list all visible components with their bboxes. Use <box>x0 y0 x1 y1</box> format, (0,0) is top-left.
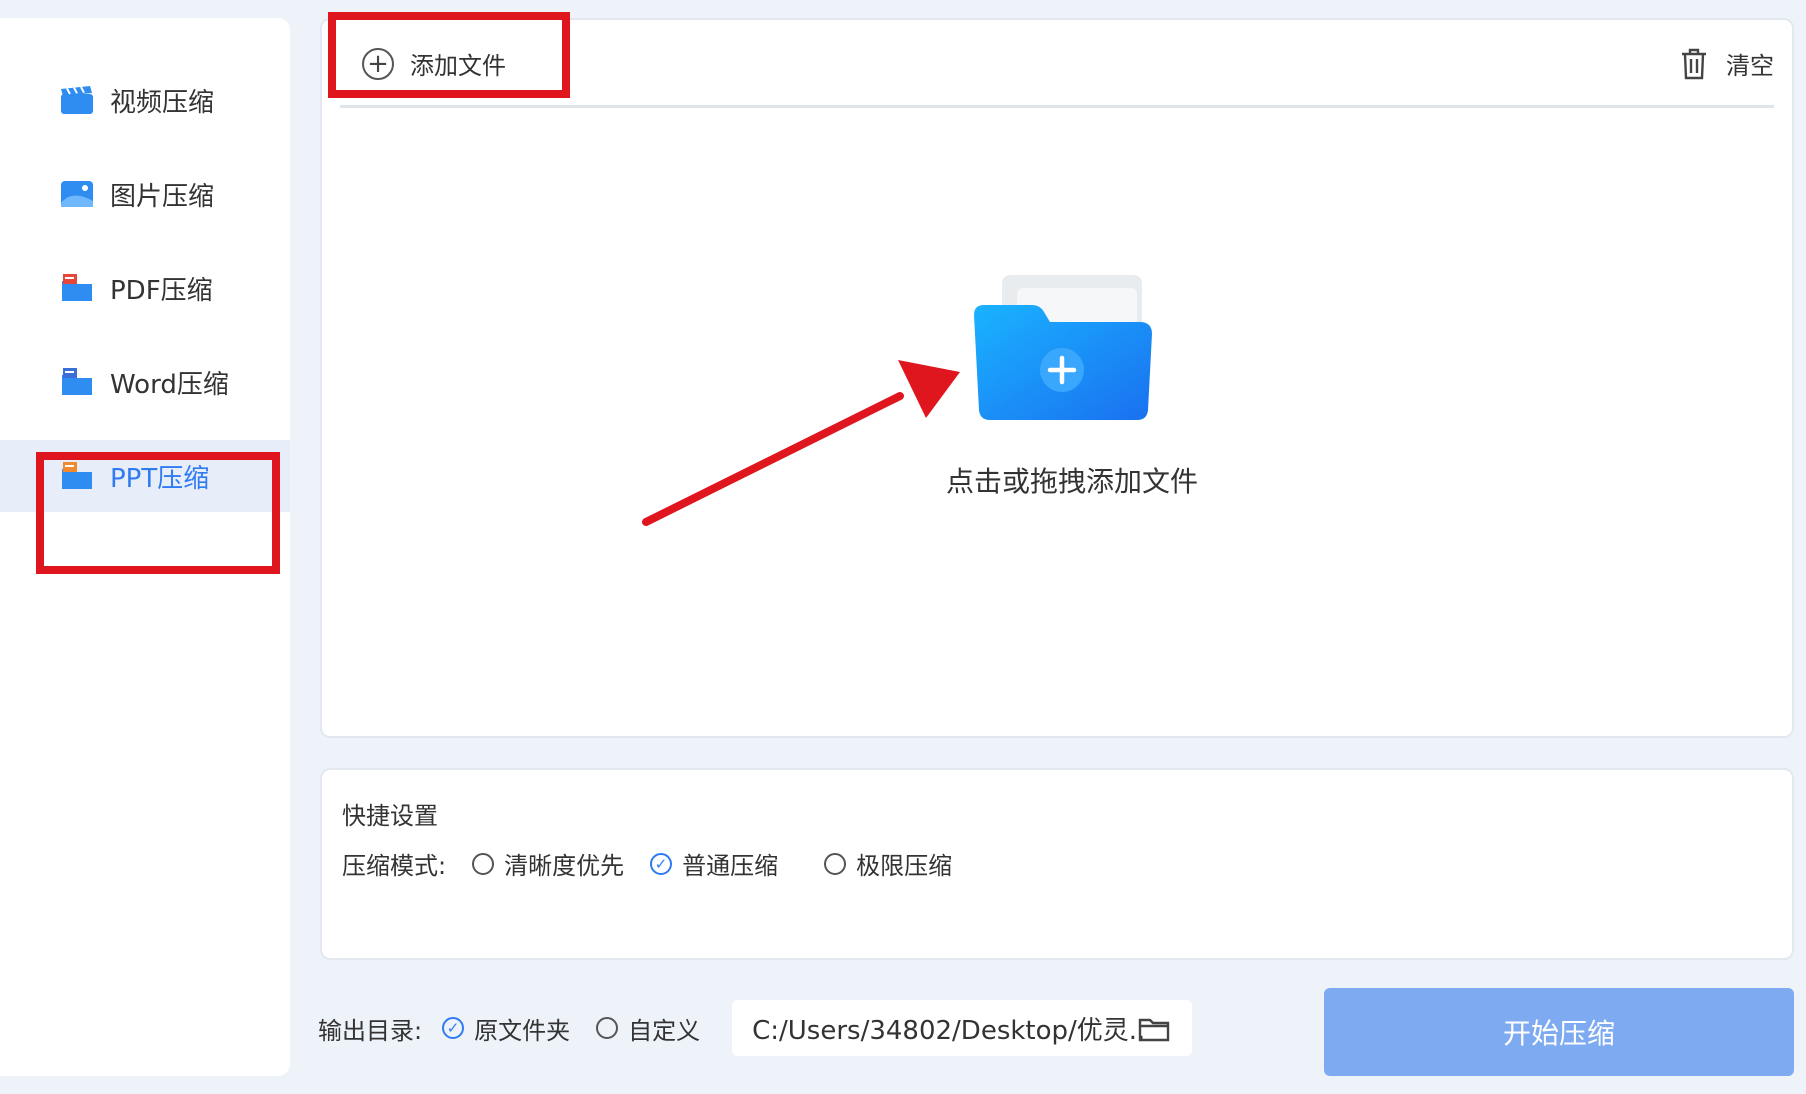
sidebar-item-label: 图片压缩 <box>110 181 215 212</box>
word-folder-icon <box>60 367 94 397</box>
clear-label: 清空 <box>1726 52 1774 80</box>
radio-icon <box>472 852 495 875</box>
output-path-text: C:/Users/34802/Desktop/优灵.. <box>752 1015 1146 1046</box>
mode-label: 压缩模式: <box>342 852 447 880</box>
mode-normal[interactable]: ✓ 普通压缩 <box>650 846 778 881</box>
mode-option-label: 清晰度优先 <box>504 852 625 880</box>
sidebar-item-label: 视频压缩 <box>110 87 215 118</box>
trash-icon <box>1682 48 1706 79</box>
radio-icon <box>596 1017 619 1039</box>
mode-extreme[interactable]: 极限压缩 <box>824 846 952 881</box>
sidebar: 视频压缩 图片压缩 PDF压缩 Word压缩 PPT压缩 <box>0 18 290 1076</box>
sidebar-item-word[interactable]: Word压缩 <box>0 346 290 418</box>
output-option-label: 自定义 <box>628 1016 701 1045</box>
quick-settings-panel: 快捷设置 压缩模式: 清晰度优先 ✓ 普通压缩 极限压缩 <box>320 768 1794 960</box>
check-radio-icon: ✓ <box>442 1017 465 1039</box>
output-custom[interactable]: 自定义 <box>596 1011 700 1046</box>
output-label: 输出目录: <box>318 1016 423 1045</box>
output-original-folder[interactable]: ✓ 原文件夹 <box>442 1011 570 1046</box>
plus-circle-icon: + <box>362 47 394 80</box>
ppt-folder-icon <box>60 461 94 491</box>
settings-title: 快捷设置 <box>342 802 438 830</box>
sidebar-item-label: PDF压缩 <box>110 275 213 306</box>
mode-option-label: 极限压缩 <box>856 852 953 880</box>
add-file-button[interactable]: + 添加文件 <box>362 46 506 81</box>
add-file-label: 添加文件 <box>410 52 506 80</box>
pdf-folder-icon <box>60 273 94 303</box>
sidebar-item-label: Word压缩 <box>110 369 229 400</box>
radio-icon <box>824 852 847 875</box>
output-option-label: 原文件夹 <box>474 1016 571 1045</box>
output-directory-row: 输出目录: ✓ 原文件夹 自定义 C:/Users/34802/Desktop/… <box>318 986 1193 1070</box>
output-path-field[interactable]: C:/Users/34802/Desktop/优灵.. <box>732 1000 1193 1056</box>
image-icon <box>60 179 94 209</box>
mode-option-label: 普通压缩 <box>682 852 779 880</box>
browse-folder-icon[interactable] <box>1138 1014 1170 1049</box>
drop-hint-text: 点击或拖拽添加文件 <box>945 465 1198 498</box>
start-compress-button[interactable]: 开始压缩 <box>1324 988 1794 1076</box>
sidebar-item-image[interactable]: 图片压缩 <box>0 158 290 230</box>
mode-clarity-first[interactable]: 清晰度优先 <box>472 846 624 881</box>
file-panel-header: + 添加文件 清空 <box>340 20 1774 108</box>
check-radio-icon: ✓ <box>650 852 673 875</box>
video-clapper-icon <box>60 85 94 115</box>
file-list-panel: + 添加文件 清空 点击或拖拽添加文件 <box>320 18 1794 738</box>
folder-add-icon <box>974 275 1152 420</box>
drop-zone[interactable]: 点击或拖拽添加文件 <box>942 270 1202 498</box>
sidebar-item-ppt[interactable]: PPT压缩 <box>0 440 290 512</box>
sidebar-item-label: PPT压缩 <box>110 463 210 494</box>
sidebar-item-video[interactable]: 视频压缩 <box>0 64 290 136</box>
sidebar-item-pdf[interactable]: PDF压缩 <box>0 252 290 324</box>
compression-mode-row: 压缩模式: 清晰度优先 ✓ 普通压缩 极限压缩 <box>342 846 952 881</box>
clear-button[interactable]: 清空 <box>1680 46 1774 81</box>
